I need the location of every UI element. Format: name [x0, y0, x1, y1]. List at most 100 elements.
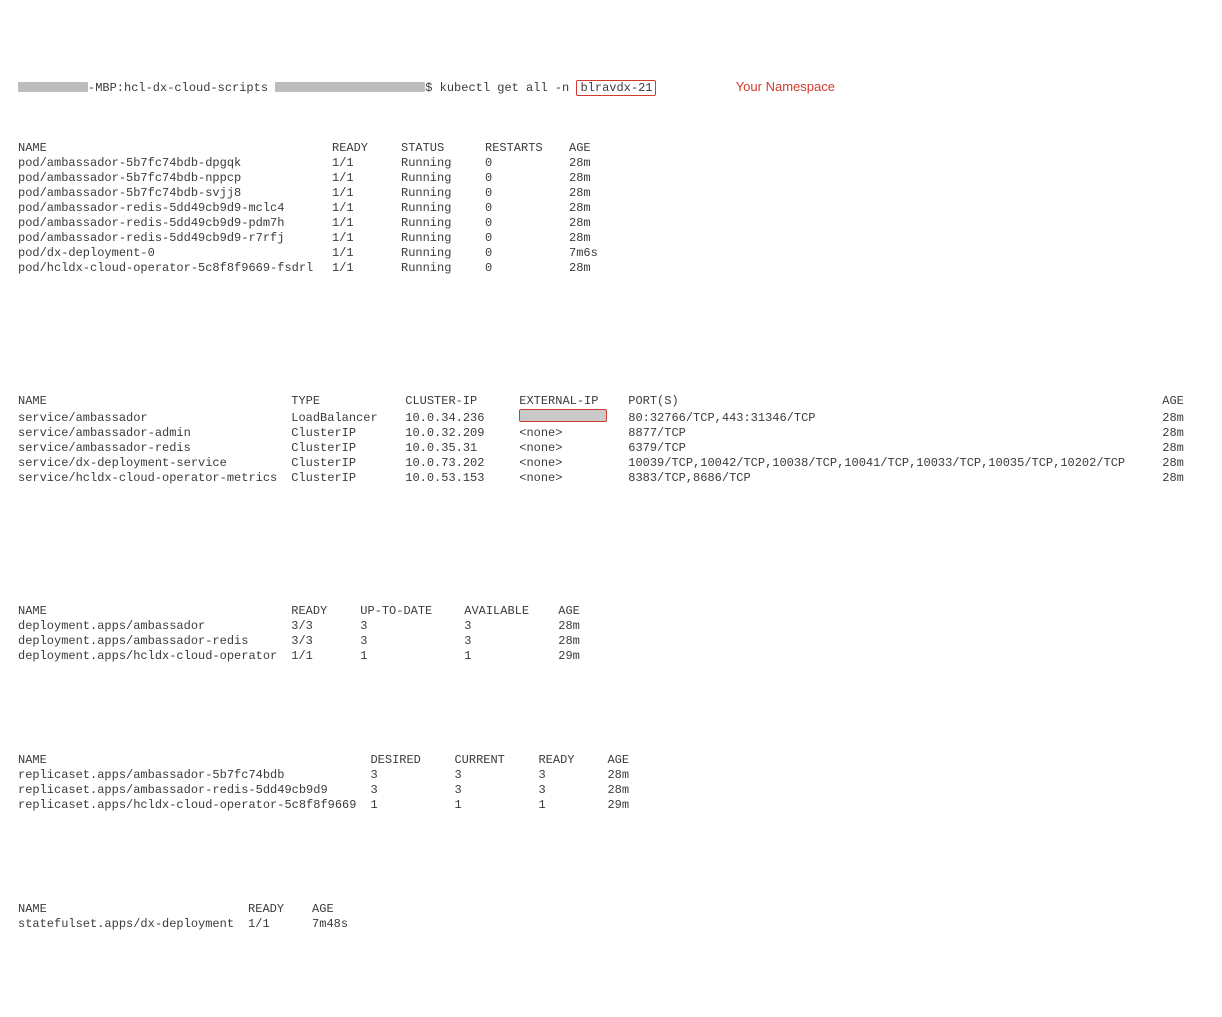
- col-eip: EXTERNAL-IP: [519, 394, 628, 409]
- cell: 3: [464, 634, 558, 649]
- cell: <none>: [519, 426, 628, 441]
- cell: 3/3: [291, 619, 360, 634]
- col-type: TYPE: [291, 394, 405, 409]
- cell: Running: [401, 171, 485, 186]
- col-utd: UP-TO-DATE: [360, 604, 464, 619]
- cell: 1/1: [291, 649, 360, 664]
- table-row: service/ambassador-redisClusterIP10.0.35…: [18, 441, 1198, 456]
- table-row: deployment.apps/ambassador3/33328m: [18, 619, 594, 634]
- cell: deployment.apps/hcldx-cloud-operator: [18, 649, 291, 664]
- cell: Running: [401, 156, 485, 171]
- cell: Running: [401, 216, 485, 231]
- cell: Running: [401, 246, 485, 261]
- redacted-user: xxxx: [18, 82, 88, 92]
- cell: 1/1: [332, 156, 401, 171]
- cell: 28m: [558, 634, 594, 649]
- cell: 1: [464, 649, 558, 664]
- cell: 28m: [569, 216, 612, 231]
- cell: 0: [485, 261, 569, 276]
- cell: 1/1: [248, 917, 312, 932]
- cell: 10.0.35.31: [405, 441, 519, 456]
- deployments-header: NAME READY UP-TO-DATE AVAILABLE AGE: [18, 604, 594, 619]
- cell: <none>: [519, 456, 628, 471]
- cell: 28m: [1162, 441, 1198, 456]
- cell: 8383/TCP,8686/TCP: [628, 471, 1162, 486]
- cell: service/ambassador-admin: [18, 426, 291, 441]
- cell: Running: [401, 201, 485, 216]
- col-age: AGE: [312, 902, 362, 917]
- cell: service/hcldx-cloud-operator-metrics: [18, 471, 291, 486]
- col-name: NAME: [18, 902, 248, 917]
- cell: 28m: [569, 171, 612, 186]
- cell: 3: [464, 619, 558, 634]
- col-status: STATUS: [401, 141, 485, 156]
- cell: 6379/TCP: [628, 441, 1162, 456]
- table-row: pod/ambassador-redis-5dd49cb9d9-mclc41/1…: [18, 201, 612, 216]
- cell: 0: [485, 186, 569, 201]
- col-name: NAME: [18, 753, 370, 768]
- cell: <none>: [519, 471, 628, 486]
- cell: [519, 409, 628, 426]
- cell: 0: [485, 201, 569, 216]
- cell: ClusterIP: [291, 456, 405, 471]
- redacted-ip: [519, 409, 607, 422]
- col-ready: READY: [248, 902, 312, 917]
- cell: LoadBalancer: [291, 409, 405, 426]
- col-cip: CLUSTER-IP: [405, 394, 519, 409]
- cmd-text: $ kubectl get all -n: [425, 81, 569, 95]
- table-row: replicaset.apps/ambassador-redis-5dd49cb…: [18, 783, 643, 798]
- cell: 29m: [558, 649, 594, 664]
- cell: 1: [538, 798, 607, 813]
- prompt-line: xxxx-MBP:hcl-dx-cloud-scripts xxxxxxxxxx…: [18, 79, 1204, 96]
- cell: 28m: [1162, 471, 1198, 486]
- cell: 28m: [569, 156, 612, 171]
- cell: replicaset.apps/ambassador-redis-5dd49cb…: [18, 783, 370, 798]
- cell: 28m: [569, 186, 612, 201]
- cell: pod/hcldx-cloud-operator-5c8f8f9669-fsdr…: [18, 261, 332, 276]
- table-row: pod/ambassador-redis-5dd49cb9d9-pdm7h1/1…: [18, 216, 612, 231]
- cell: pod/dx-deployment-0: [18, 246, 332, 261]
- cell: ClusterIP: [291, 441, 405, 456]
- cell: 1: [360, 649, 464, 664]
- col-name: NAME: [18, 604, 291, 619]
- col-ready: READY: [538, 753, 607, 768]
- cell: 29m: [607, 798, 643, 813]
- table-row: replicaset.apps/hcldx-cloud-operator-5c8…: [18, 798, 643, 813]
- cell: 1/1: [332, 231, 401, 246]
- col-name: NAME: [18, 141, 332, 156]
- cell: 3: [370, 768, 454, 783]
- cell: 3: [360, 634, 464, 649]
- cell: 3: [454, 783, 538, 798]
- col-desired: DESIRED: [370, 753, 454, 768]
- cell: ClusterIP: [291, 426, 405, 441]
- cell: pod/ambassador-5b7fc74bdb-nppcp: [18, 171, 332, 186]
- cell: pod/ambassador-redis-5dd49cb9d9-mclc4: [18, 201, 332, 216]
- cell: 28m: [607, 783, 643, 798]
- cell: service/dx-deployment-service: [18, 456, 291, 471]
- redacted-path: xxxxxxxxxxxx: [275, 82, 425, 92]
- col-current: CURRENT: [454, 753, 538, 768]
- table-row: replicaset.apps/ambassador-5b7fc74bdb333…: [18, 768, 643, 783]
- cell: 0: [485, 216, 569, 231]
- table-row: service/dx-deployment-serviceClusterIP10…: [18, 456, 1198, 471]
- cell: Running: [401, 261, 485, 276]
- cell: 1: [370, 798, 454, 813]
- table-row: deployment.apps/hcldx-cloud-operator1/11…: [18, 649, 594, 664]
- cell: service/ambassador-redis: [18, 441, 291, 456]
- table-row: service/ambassador-adminClusterIP10.0.32…: [18, 426, 1198, 441]
- pods-table: NAME READY STATUS RESTARTS AGE pod/ambas…: [18, 141, 612, 276]
- namespace-box: blravdx-21: [576, 80, 656, 96]
- col-age: AGE: [607, 753, 643, 768]
- host-suffix: -MBP:hcl-dx-cloud-scripts: [88, 81, 268, 95]
- cell: 28m: [569, 231, 612, 246]
- cell: 28m: [569, 201, 612, 216]
- replicasets-header: NAME DESIRED CURRENT READY AGE: [18, 753, 643, 768]
- cell: Running: [401, 231, 485, 246]
- cell: 3/3: [291, 634, 360, 649]
- cell: 28m: [558, 619, 594, 634]
- table-row: deployment.apps/ambassador-redis3/33328m: [18, 634, 594, 649]
- col-ready: READY: [291, 604, 360, 619]
- cell: 28m: [1162, 456, 1198, 471]
- table-row: statefulset.apps/dx-deployment1/17m48s: [18, 917, 362, 932]
- cell: 1/1: [332, 261, 401, 276]
